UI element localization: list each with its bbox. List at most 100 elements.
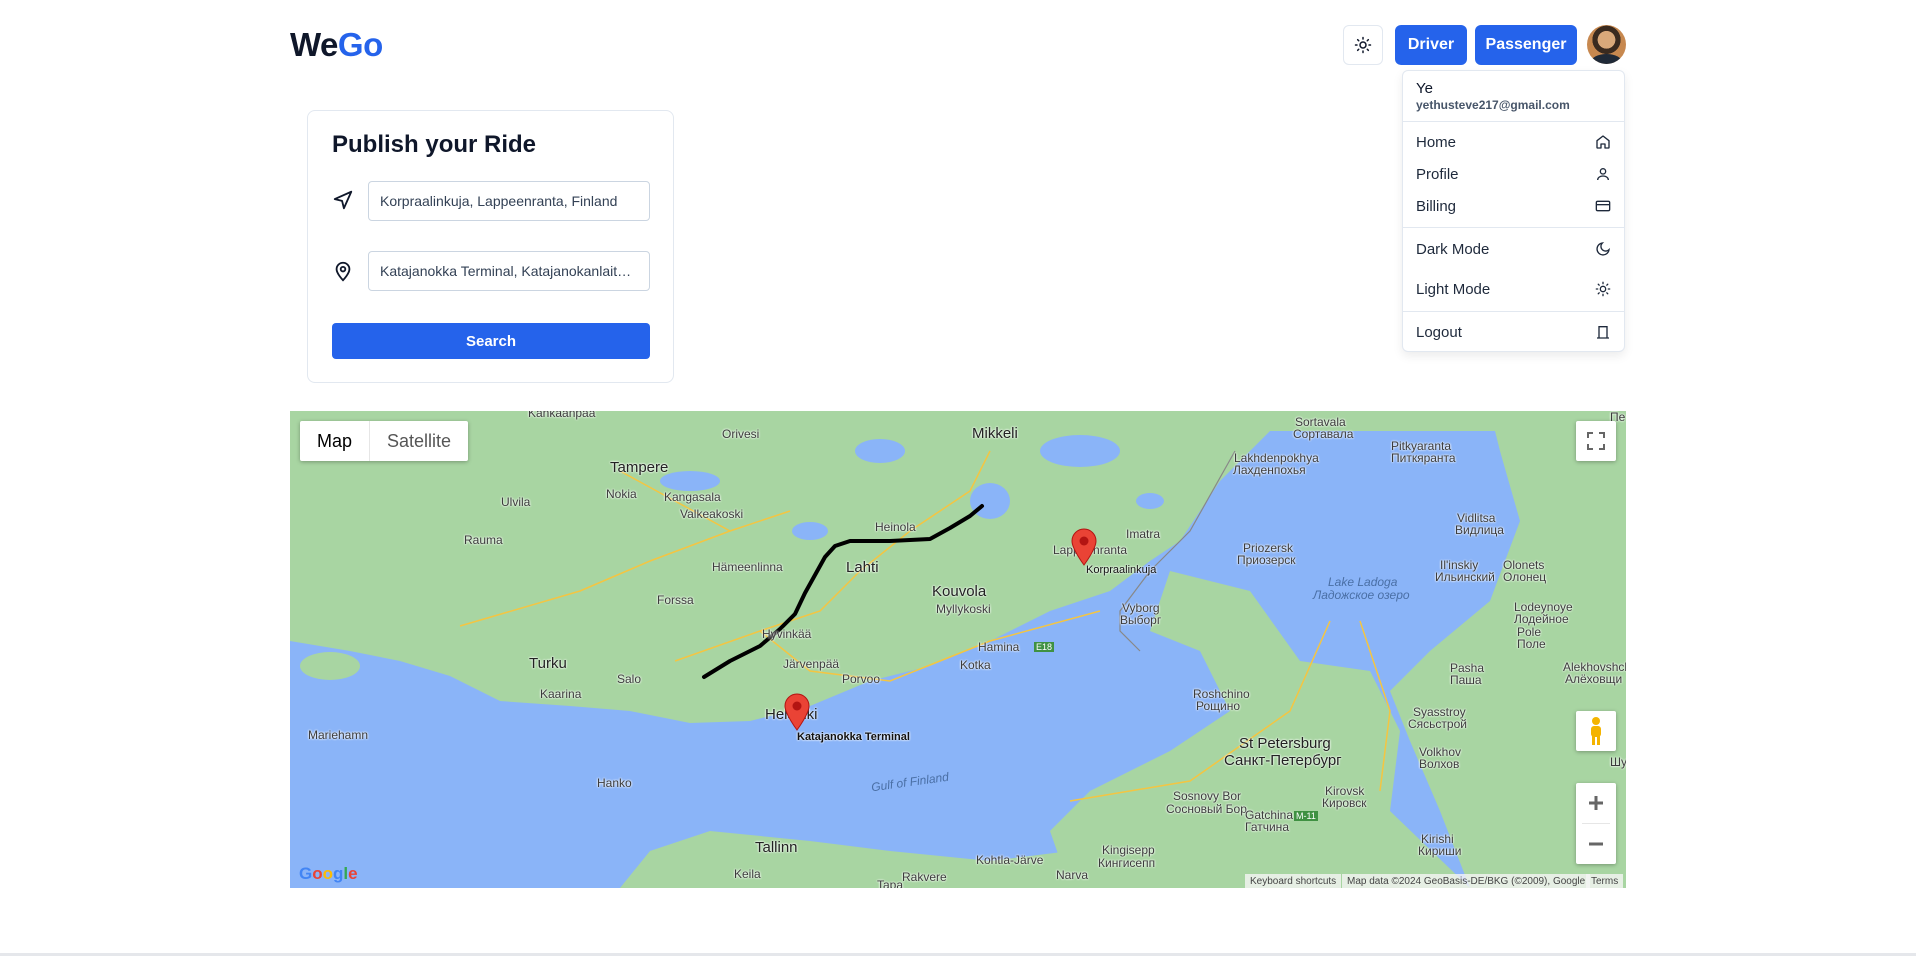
place-label: Кировск <box>1322 796 1367 810</box>
menu-divider <box>1403 311 1624 312</box>
place-label: Nokia <box>606 487 637 501</box>
place-label: Гатчина <box>1245 820 1289 834</box>
passenger-button[interactable]: Passenger <box>1475 25 1577 65</box>
place-label: Кириши <box>1418 844 1462 858</box>
sun-icon <box>1354 36 1372 54</box>
place-label: Hanko <box>597 776 632 790</box>
route-map[interactable]: Kankaanpää Orivesi Mikkeli Tampere Nokia… <box>290 411 1626 888</box>
avatar[interactable] <box>1587 25 1626 64</box>
publish-ride-card: Publish your Ride Korpraalinkuja, Lappee… <box>307 110 674 383</box>
place-label: Питкяранта <box>1391 451 1456 465</box>
map-type-control: Map Satellite <box>300 421 469 461</box>
menu-item-label: Billing <box>1416 197 1457 215</box>
place-label: Сортавала <box>1293 427 1354 441</box>
credit-card-icon <box>1595 200 1611 212</box>
map-type-satellite-button[interactable]: Satellite <box>370 421 468 461</box>
road-shield: M-11 <box>1294 811 1318 821</box>
origin-input[interactable]: Korpraalinkuja, Lappeenranta, Finland <box>368 181 650 221</box>
logo-text-we: We <box>290 26 338 63</box>
place-label: Kotka <box>960 658 991 672</box>
keyboard-shortcuts-link[interactable]: Keyboard shortcuts <box>1245 874 1342 888</box>
user-email: yethusteve217@gmail.com <box>1416 98 1570 112</box>
fullscreen-button[interactable] <box>1576 421 1616 461</box>
origin-marker-icon[interactable] <box>1071 528 1097 566</box>
place-label: Keila <box>734 867 761 881</box>
place-label: Kaarina <box>540 687 582 701</box>
place-label: Salo <box>617 672 642 686</box>
place-label: Hyvinkää <box>762 627 812 641</box>
place-label: Алёховщи <box>1565 672 1623 686</box>
place-label: Tallinn <box>755 839 798 856</box>
zoom-out-button[interactable] <box>1587 824 1605 864</box>
place-label: Kouvola <box>932 583 987 600</box>
destination-marker-icon[interactable] <box>784 693 810 731</box>
place-label: Санкт-Петербург <box>1224 752 1342 769</box>
place-label: Forssa <box>657 593 694 607</box>
place-label: Kohtla-Järve <box>976 853 1044 867</box>
menu-item-label: Light Mode <box>1416 280 1491 298</box>
logo-text-go: Go <box>337 26 383 63</box>
place-label: Kingisepp <box>1102 843 1155 857</box>
place-label: Паша <box>1450 673 1482 687</box>
water-label: Ладожское озеро <box>1313 588 1410 602</box>
driver-button[interactable]: Driver <box>1395 25 1467 65</box>
destination-input[interactable]: Katajanokka Terminal, Katajanokanlaituri… <box>368 251 650 291</box>
place-label: Tapa <box>877 878 904 888</box>
plus-icon <box>1589 796 1603 810</box>
place-label: Kangasala <box>664 490 721 504</box>
street-view-pegman-button[interactable] <box>1576 711 1616 751</box>
map-pin-icon <box>335 261 351 282</box>
place-label: Волхов <box>1419 757 1460 771</box>
place-label: St Petersburg <box>1239 735 1331 752</box>
place-label: Лодейное <box>1514 612 1569 626</box>
user-name: Ye <box>1416 80 1433 97</box>
road-shield: E18 <box>1034 642 1055 652</box>
menu-item-logout[interactable]: Logout <box>1403 317 1624 347</box>
home-icon <box>1596 135 1610 149</box>
menu-item-label: Dark Mode <box>1416 240 1490 258</box>
place-label: Järvenpää <box>783 657 840 671</box>
place-label: Рощино <box>1196 699 1241 713</box>
pegman-icon <box>1591 717 1601 745</box>
place-label: Sosnovy Bor <box>1173 789 1242 803</box>
place-label: Mikkeli <box>972 425 1018 442</box>
theme-toggle-button[interactable] <box>1343 25 1383 65</box>
terms-link[interactable]: Terms <box>1586 874 1624 888</box>
map-type-map-button[interactable]: Map <box>300 421 371 461</box>
door-icon <box>1597 326 1609 339</box>
map-base <box>290 411 1626 888</box>
place-label: Orivesi <box>722 427 760 441</box>
place-label: Ulvila <box>501 495 531 509</box>
place-label: Narva <box>1056 868 1089 882</box>
place-label: Выборг <box>1120 613 1162 627</box>
menu-item-label: Home <box>1416 133 1457 151</box>
logo[interactable]: WeGo <box>290 26 383 64</box>
menu-divider <box>1403 121 1624 122</box>
origin-marker-label: Korpraalinkuja <box>1086 564 1157 576</box>
place-label: Сосновый Бор <box>1166 802 1247 816</box>
place-label: Rauma <box>464 533 503 547</box>
menu-divider <box>1403 227 1624 228</box>
zoom-control <box>1576 783 1616 864</box>
place-label: Porvoo <box>842 672 881 686</box>
menu-item-dark-mode[interactable]: Dark Mode <box>1403 234 1624 264</box>
menu-item-label: Logout <box>1416 323 1462 341</box>
place-label: Шу <box>1610 755 1626 769</box>
place-label: Олонец <box>1503 570 1547 584</box>
menu-item-light-mode[interactable]: Light Mode <box>1403 274 1624 304</box>
zoom-in-button[interactable] <box>1587 783 1605 823</box>
place-label: Turku <box>529 655 567 672</box>
search-button[interactable]: Search <box>332 323 650 359</box>
minus-icon <box>1589 842 1603 846</box>
menu-item-billing[interactable]: Billing <box>1403 191 1624 221</box>
place-label: Приозерск <box>1237 553 1296 567</box>
place-label: Tampere <box>610 459 669 476</box>
place-label: Lahti <box>846 559 879 576</box>
place-label: Видлица <box>1455 523 1504 537</box>
place-label: Кингисепп <box>1098 856 1156 870</box>
menu-item-profile[interactable]: Profile <box>1403 159 1624 189</box>
menu-item-label: Profile <box>1416 165 1459 183</box>
place-label: Rakvere <box>902 870 947 884</box>
menu-item-home[interactable]: Home <box>1403 127 1624 157</box>
fullscreen-icon <box>1587 432 1605 450</box>
